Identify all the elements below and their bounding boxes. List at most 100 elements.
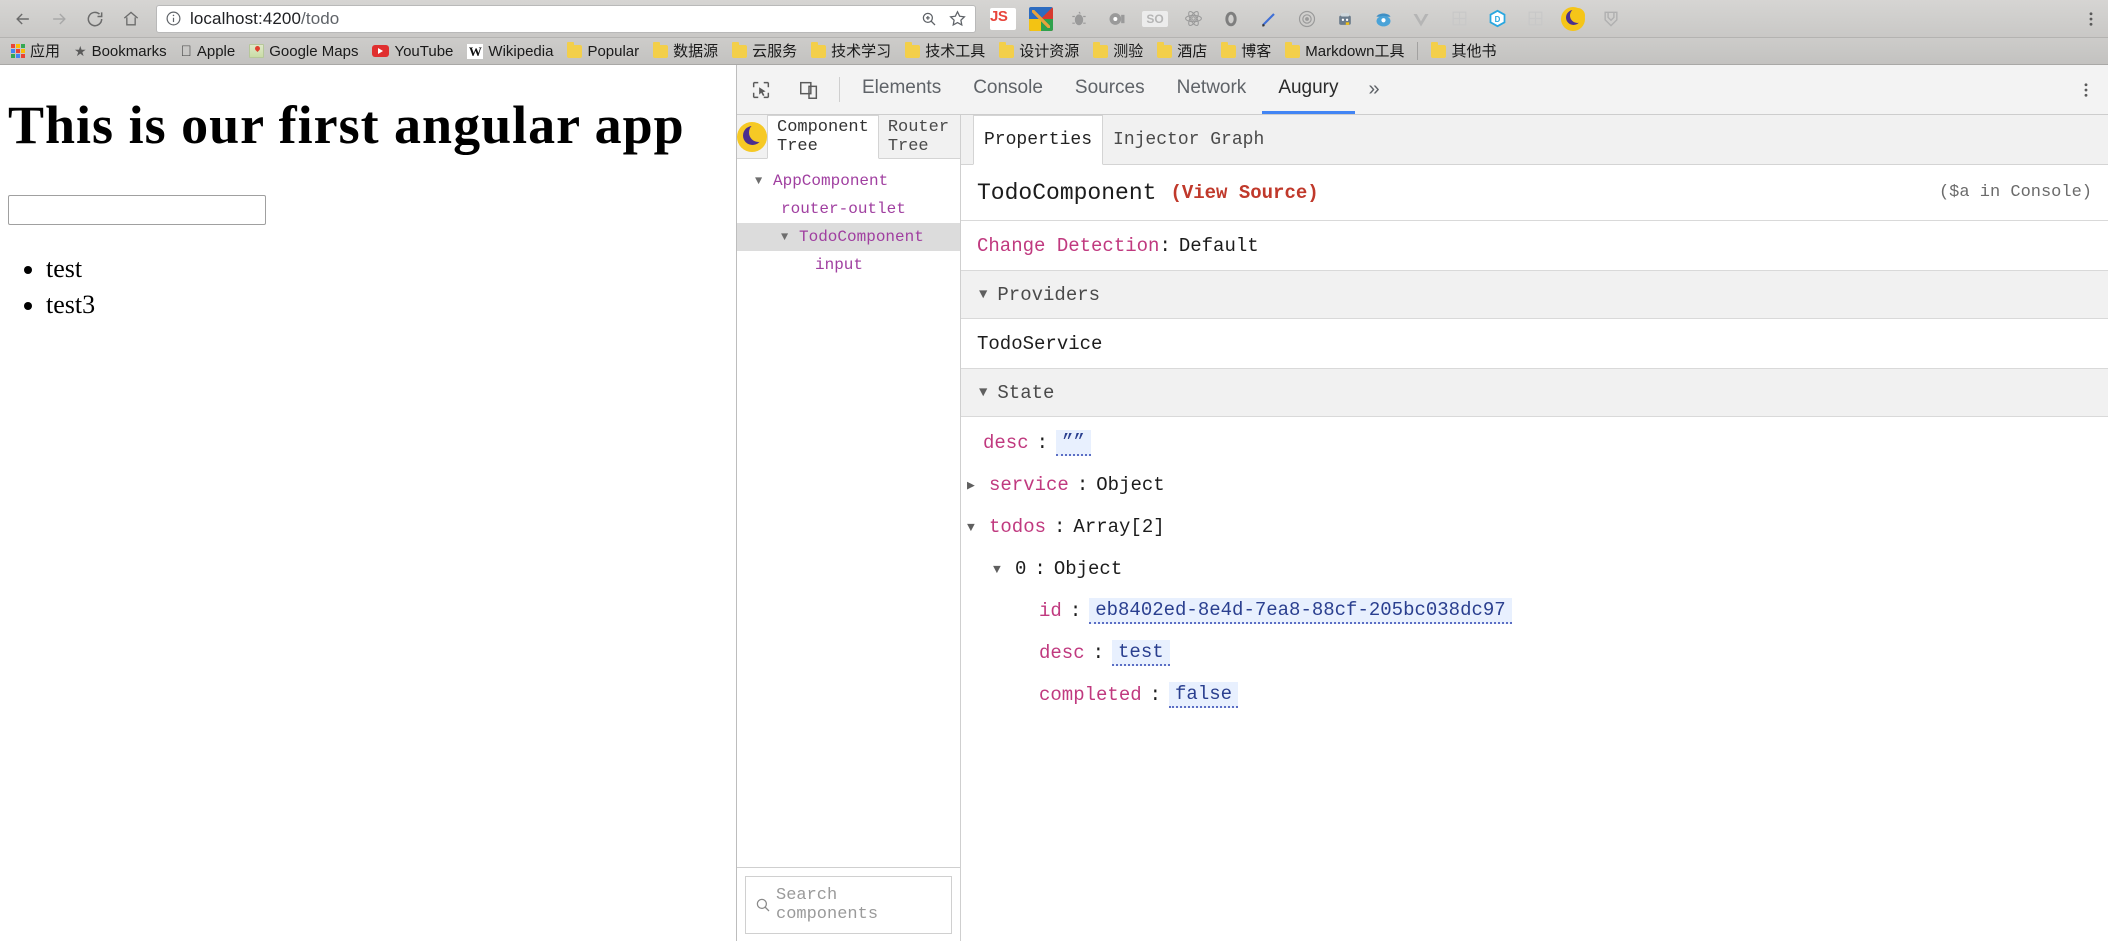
tab-console[interactable]: Console [957,65,1059,114]
grid-extension-icon[interactable] [1442,4,1476,34]
view-source-link[interactable]: (View Source) [1170,182,1318,204]
bookmark-folder-quiz[interactable]: 测验 [1086,40,1150,62]
state-separator: : [1054,516,1066,538]
ring-extension-icon[interactable] [1214,4,1248,34]
tab-augury[interactable]: Augury [1262,65,1355,114]
bookmark-google-maps[interactable]: Google Maps [242,40,365,62]
bookmark-apple[interactable]:  Apple [174,40,243,62]
target-extension-icon[interactable] [1290,4,1324,34]
tab-properties[interactable]: Properties [973,115,1104,165]
bookmark-youtube[interactable]: YouTube [365,40,460,62]
state-value[interactable]: ”” [1056,430,1091,456]
provider-item: TodoService [961,319,2108,369]
more-tabs-icon[interactable]: » [1355,65,1394,114]
state-row-todos[interactable]: ▼ todos : Array[2] [961,513,2108,541]
bookmark-folder-techstudy[interactable]: 技术学习 [804,40,898,62]
apps-grid-icon [11,44,25,58]
tab-sources[interactable]: Sources [1059,65,1161,114]
inspect-element-icon[interactable] [737,65,785,114]
detective-extension-icon[interactable] [1366,4,1400,34]
todo-list: test test3 [46,253,736,320]
dimensions-extension-icon[interactable]: D [1480,4,1514,34]
bookmark-folder-techtools[interactable]: 技术工具 [898,40,992,62]
bookmark-star-icon[interactable] [948,9,967,28]
bookmark-folder-design[interactable]: 设计资源 [992,40,1086,62]
bookmark-wikipedia[interactable]: W Wikipedia [460,40,560,62]
caret-down-icon[interactable]: ▼ [979,385,987,401]
state-value[interactable]: false [1169,682,1239,708]
shield-extension-icon[interactable] [1594,4,1628,34]
state-row-service[interactable]: ▶ service : Object [961,471,2108,499]
kebab-menu-icon[interactable] [2064,81,2108,99]
caret-down-icon[interactable]: ▼ [755,174,767,188]
react-extension-icon[interactable] [1176,4,1210,34]
providers-section-header[interactable]: ▼ Providers [961,271,2108,319]
toolbar-divider [839,77,840,102]
component-tree-column: Component Tree Router Tree ▼ AppComponen… [737,115,961,941]
tree-node-router-outlet[interactable]: router-outlet [737,195,960,223]
change-detection-row: Change Detection : Default [961,221,2108,271]
folder-icon [999,41,1015,58]
caret-down-icon[interactable]: ▼ [979,287,987,303]
caret-right-icon[interactable]: ▶ [967,478,981,493]
state-section-header[interactable]: ▼ State [961,369,2108,417]
home-icon[interactable] [114,4,148,34]
tab-elements[interactable]: Elements [846,65,957,114]
bookmark-label: Google Maps [257,42,358,60]
bookmark-folder-other[interactable]: 其他书 [1424,40,1503,62]
tab-injector-graph[interactable]: Injector Graph [1103,115,1274,164]
tree-node-input[interactable]: input [737,251,960,279]
bookmark-apps[interactable]: 应用 [4,40,67,62]
bookmark-bookmarks[interactable]: ★ Bookmarks [67,40,174,62]
caret-down-icon[interactable]: ▼ [993,562,1007,577]
bookmark-folder-blog[interactable]: 博客 [1214,40,1278,62]
site-info-icon[interactable] [165,10,182,27]
state-key: desc [983,432,1029,454]
todo-input[interactable] [8,195,266,226]
caret-down-icon[interactable]: ▼ [967,520,981,535]
device-toolbar-icon[interactable] [785,65,833,114]
forward-arrow-icon[interactable] [42,4,76,34]
devtools-tabbar: Elements Console Sources Network Augury … [737,65,2108,115]
js-extension-icon[interactable]: JS [986,4,1020,34]
state-separator: : [1069,600,1082,622]
state-row-todo-0[interactable]: ▼ 0 : Object [961,555,2108,583]
bookmark-folder-datasource[interactable]: 数据源 [646,40,725,62]
bookmark-folder-hotel[interactable]: 酒店 [1150,40,1214,62]
bookmark-label: 技术工具 [913,42,985,60]
navigation-buttons [0,4,148,34]
tab-component-tree[interactable]: Component Tree [767,115,879,159]
tree-node-appcomponent[interactable]: ▼ AppComponent [737,167,960,195]
search-placeholder: Search components [776,885,879,924]
grid2-extension-icon[interactable] [1518,4,1552,34]
search-components-box[interactable]: Search components [745,875,952,934]
bookmark-folder-cloud[interactable]: 云服务 [725,40,804,62]
robot-extension-icon[interactable] [1328,4,1362,34]
state-key: todos [989,516,1047,538]
back-arrow-icon[interactable] [6,4,40,34]
bug-extension-icon[interactable] [1062,4,1096,34]
folder-icon [1285,41,1301,58]
reload-icon[interactable] [78,4,112,34]
stackoverflow-extension-icon[interactable]: SO [1138,4,1172,34]
paint-extension-icon[interactable] [1024,4,1058,34]
film-extension-icon[interactable] [1100,4,1134,34]
tab-router-tree[interactable]: Router Tree [879,115,960,158]
folder-icon [732,41,748,58]
state-value[interactable]: test [1112,640,1170,666]
chrome-menu-icon[interactable] [2082,10,2108,28]
tab-network[interactable]: Network [1161,65,1263,114]
vue-extension-icon[interactable] [1404,4,1438,34]
moon-extension-icon[interactable] [1556,4,1590,34]
caret-down-icon[interactable]: ▼ [781,230,793,244]
component-search-area: Search components [737,867,960,941]
bookmark-folder-markdown[interactable]: Markdown工具 [1278,40,1411,62]
bookmark-folder-popular[interactable]: Popular [560,40,646,62]
pen-extension-icon[interactable] [1252,4,1286,34]
tree-node-todocomponent[interactable]: ▼ TodoComponent [737,223,960,251]
state-title: State [997,381,1055,404]
address-bar[interactable]: localhost:4200/todo [156,4,976,33]
bookmarks-separator [1417,42,1419,60]
zoom-icon[interactable] [920,10,938,28]
state-value[interactable]: eb8402ed-8e4d-7ea8-88cf-205bc038dc97 [1089,598,1512,624]
